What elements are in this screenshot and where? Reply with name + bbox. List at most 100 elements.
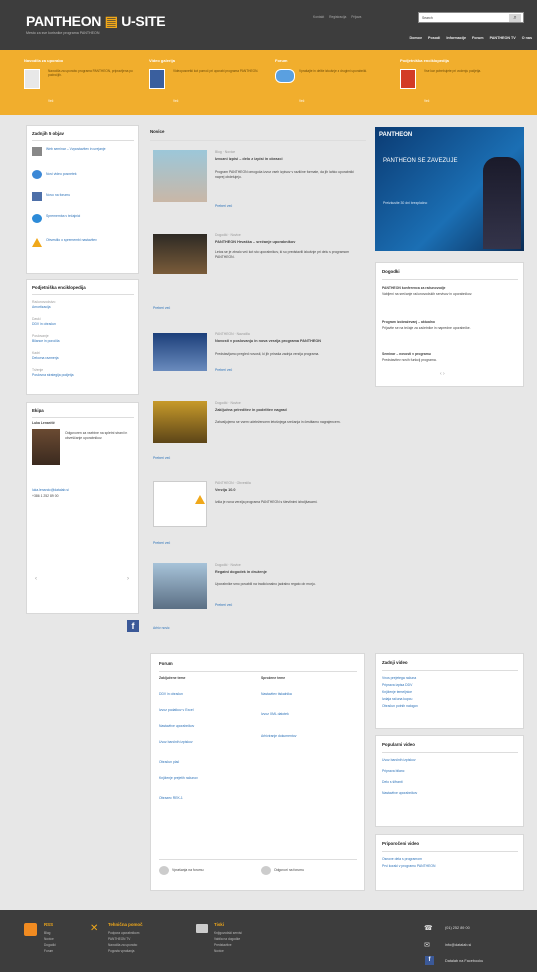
- team-member-email[interactable]: luka.lenarcic@datalab.si: [32, 488, 69, 493]
- footer-link[interactable]: Navodila za uporabo: [108, 943, 143, 947]
- forum-topic-link[interactable]: Nastavitve uporabnikov: [159, 724, 254, 729]
- news-archive-link[interactable]: Arhiv novic: [153, 626, 170, 631]
- forum-topic-link[interactable]: Obračun plač: [159, 760, 254, 765]
- video-link[interactable]: Osnove dela s programom: [382, 857, 422, 862]
- nav-about[interactable]: O nas: [522, 36, 532, 40]
- last-post-link[interactable]: Sprememba v tečajnici: [46, 214, 134, 219]
- footer-link[interactable]: Pogosta vprašanja: [108, 949, 143, 953]
- search-input[interactable]: Search: [422, 16, 433, 21]
- video-link[interactable]: Knjiženje temeljnice: [382, 690, 412, 695]
- feature-videos[interactable]: Video galerija Videoposnetki kot pomoč p…: [149, 58, 269, 103]
- news-headline[interactable]: Novosti v poslovanju in nova verzija pro…: [215, 339, 363, 344]
- footer-link[interactable]: Dogodki: [44, 943, 56, 947]
- footer-email[interactable]: info@datalab.si: [445, 943, 471, 948]
- video-link[interactable]: Prvi koraki v programu PANTHEON: [382, 864, 435, 869]
- feature-link[interactable]: Več: [48, 99, 53, 103]
- slider-prev-button[interactable]: ‹: [35, 575, 37, 583]
- forum-topic-link[interactable]: Izvoz XML datotek: [261, 712, 356, 717]
- top-link-register[interactable]: Registracija: [329, 15, 346, 19]
- nav-home[interactable]: Domov: [409, 36, 422, 40]
- video-link[interactable]: Delo s šifranti: [382, 780, 403, 785]
- facebook-icon[interactable]: f: [127, 620, 139, 632]
- video-link[interactable]: Priprava izpisa DDV: [382, 683, 412, 688]
- video-link[interactable]: Vnos prejetega računa: [382, 676, 416, 681]
- enc-link[interactable]: Amortizacija: [32, 305, 50, 310]
- news-read-more[interactable]: Preberi več: [153, 306, 170, 311]
- nav-info[interactable]: Informacije: [446, 36, 466, 40]
- feature-link[interactable]: Več: [173, 99, 178, 103]
- news-headline[interactable]: Izvozni izpisi – delo z izpisi in obrazc…: [215, 157, 363, 162]
- news-read-more[interactable]: Preberi več: [215, 368, 232, 373]
- last-post-link[interactable]: Novi video posnetek: [46, 172, 134, 177]
- video-link[interactable]: Izdaja računa kupcu: [382, 697, 412, 702]
- event-title[interactable]: Seminar – novosti v programu: [382, 352, 518, 357]
- news-read-more[interactable]: Preberi več: [153, 541, 170, 546]
- last-post-link[interactable]: Obvestilo o spremembi nastavitev: [46, 238, 134, 243]
- slider-next-button[interactable]: ›: [127, 575, 129, 583]
- nav-tv[interactable]: PANTHEON TV: [490, 36, 516, 40]
- forum-topic-link[interactable]: Arhiviranje dokumentov: [261, 734, 356, 739]
- last-post-link[interactable]: Novo na forumu: [46, 193, 134, 198]
- enc-link[interactable]: DDV in obračun: [32, 322, 56, 327]
- feature-link[interactable]: Več: [299, 99, 304, 103]
- rss-icon[interactable]: [24, 923, 37, 936]
- feature-encyclopedia[interactable]: Podjetniška enciklopedija Vse kar potreb…: [400, 58, 520, 103]
- search-icon[interactable]: ⌕: [509, 14, 521, 22]
- news-read-more[interactable]: Preberi več: [215, 603, 232, 608]
- site-logo[interactable]: PANTHEON ▤ U-SITE: [26, 12, 166, 31]
- forum-topic-link[interactable]: Knjiženje prejetih računov: [159, 776, 254, 781]
- event-title[interactable]: PANTHEON konferenca za računovodje: [382, 286, 518, 291]
- news-headline[interactable]: Regatni dogodek in druženje: [215, 570, 363, 575]
- nav-products[interactable]: Posodi: [428, 36, 440, 40]
- news-thumbnail[interactable]: [153, 150, 207, 202]
- enc-link[interactable]: Poslovna strategija podjetja: [32, 373, 132, 378]
- enc-link[interactable]: Delovna razmerja: [32, 356, 59, 361]
- footer-link[interactable]: PANTHEON TV: [108, 937, 143, 941]
- news-thumbnail[interactable]: [153, 234, 207, 274]
- footer-link[interactable]: Novice: [44, 937, 56, 941]
- feature-title[interactable]: Navodila za uporabo: [24, 58, 144, 63]
- footer-link[interactable]: Knjigovodski servisi: [214, 931, 242, 935]
- facebook-icon[interactable]: f: [425, 956, 434, 965]
- top-link-login[interactable]: Prijava: [351, 15, 361, 19]
- footer-link[interactable]: Vabila na dogodke: [214, 937, 242, 941]
- news-thumbnail[interactable]: [153, 333, 207, 371]
- video-link[interactable]: Obračun potnih nalogov: [382, 704, 418, 709]
- forum-topic-link[interactable]: Izvoz podatkov v Excel: [159, 708, 254, 713]
- footer-link[interactable]: Blog: [44, 931, 56, 935]
- forum-topic-link[interactable]: Uvoz bančnih izpiskov: [159, 740, 254, 745]
- feature-link[interactable]: Več: [424, 99, 429, 103]
- footer-facebook-link[interactable]: Datalab na Facebooku: [445, 959, 483, 964]
- footer-link[interactable]: Predstavitve: [214, 943, 242, 947]
- video-link[interactable]: Priprava bilanc: [382, 769, 404, 774]
- promo-banner[interactable]: PANTHEON PANTHEON SE ZAVEZUJE Preizkusit…: [375, 127, 524, 251]
- video-link[interactable]: Nastavitve uporabnikov: [382, 791, 417, 796]
- feature-title[interactable]: Video galerija: [149, 58, 269, 63]
- feature-manuals[interactable]: Navodila za uporabo Navodila za uporabo …: [24, 58, 144, 103]
- news-headline[interactable]: Verzija 10.0: [215, 488, 363, 493]
- footer-link[interactable]: Podpora uporabnikom: [108, 931, 143, 935]
- news-thumbnail[interactable]: [153, 481, 207, 527]
- top-link-contact[interactable]: Kontakt: [313, 15, 324, 19]
- news-headline[interactable]: PANTHEON Hrvaška – srečanje uporabnikov: [215, 240, 363, 245]
- footer-link[interactable]: Novice: [214, 949, 242, 953]
- last-post-link[interactable]: Web seminar – Vzpostavitev in urejanje: [46, 147, 134, 152]
- search-box[interactable]: Search ⌕: [418, 12, 524, 23]
- event-title[interactable]: Program izobraževanj – aktualno: [382, 320, 518, 325]
- nav-forum[interactable]: Forum: [472, 36, 483, 40]
- footer-link[interactable]: Forum: [44, 949, 56, 953]
- feature-title[interactable]: Forum: [275, 58, 395, 63]
- enc-link[interactable]: Bilance in poročila: [32, 339, 60, 344]
- news-read-more[interactable]: Preberi več: [215, 204, 232, 209]
- feature-title[interactable]: Podjetniška enciklopedija: [400, 58, 520, 63]
- news-read-more[interactable]: Preberi več: [153, 456, 170, 461]
- forum-topic-link[interactable]: Nastavitev tiskalnika: [261, 692, 356, 697]
- news-thumbnail[interactable]: [153, 401, 207, 443]
- forum-topic-link[interactable]: Obrazec REK-1: [159, 796, 254, 801]
- forum-topic-link[interactable]: DDV in obračun: [159, 692, 254, 697]
- news-thumbnail[interactable]: [153, 563, 207, 609]
- events-pager[interactable]: ‹ ›: [440, 371, 445, 378]
- video-link[interactable]: Uvoz bančnih izpiskov: [382, 758, 416, 763]
- feature-forum[interactable]: Forum Vprašajte in delite izkušnje z dru…: [275, 58, 395, 103]
- news-headline[interactable]: Zaključna prireditev in podelitev nagrad: [215, 408, 363, 413]
